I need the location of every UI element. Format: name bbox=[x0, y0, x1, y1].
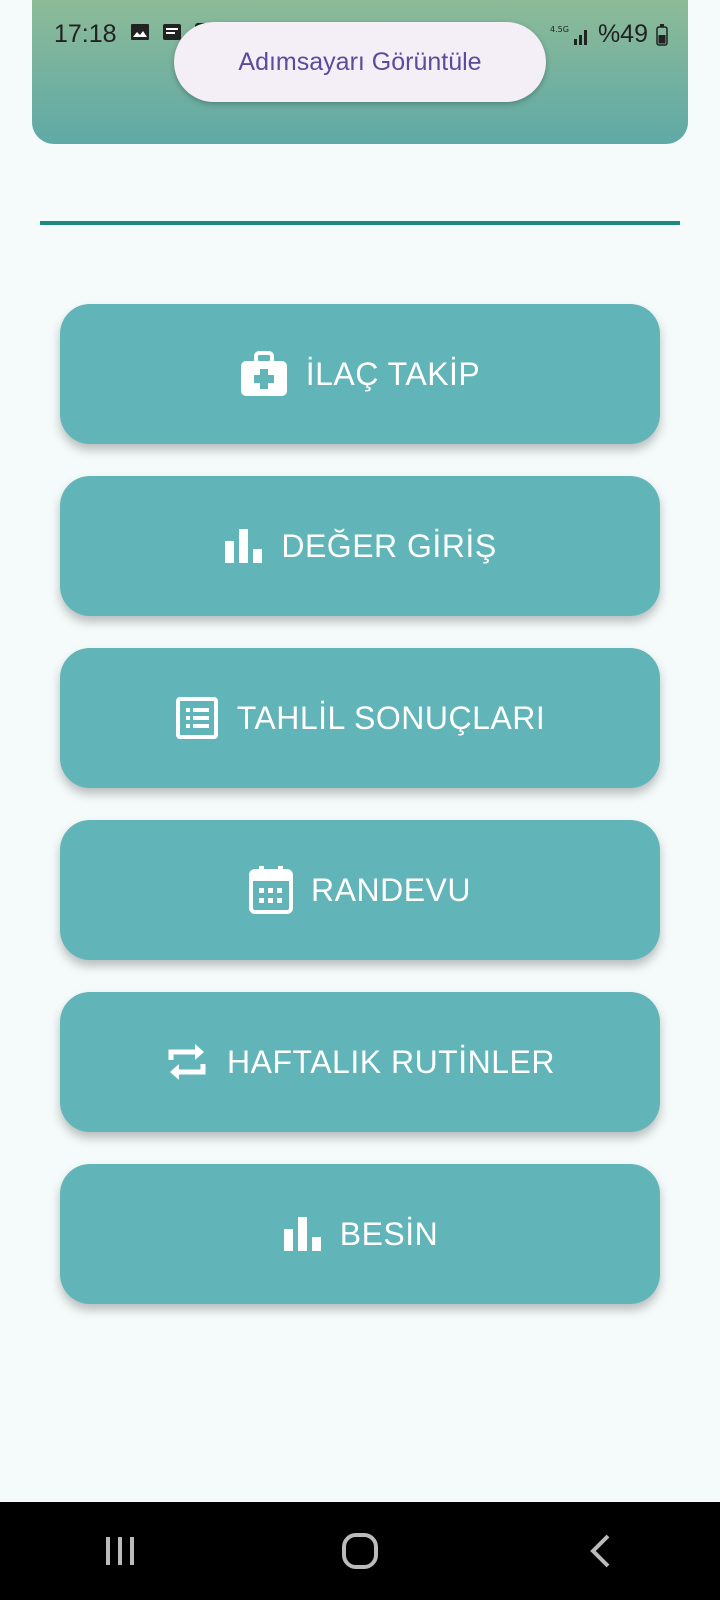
value-entry-button[interactable]: DEĞER GİRİŞ bbox=[60, 476, 660, 616]
appointment-button[interactable]: RANDEVU bbox=[60, 820, 660, 960]
battery-icon bbox=[656, 23, 668, 46]
test-results-label: TAHLİL SONUÇLARI bbox=[236, 699, 546, 736]
weekly-routines-button[interactable]: HAFTALIK RUTİNLER bbox=[60, 992, 660, 1132]
image-icon bbox=[131, 24, 149, 40]
nutrition-button[interactable]: BESİN bbox=[60, 1164, 660, 1304]
weekly-routines-label: HAFTALIK RUTİNLER bbox=[227, 1043, 555, 1080]
divider-line bbox=[40, 221, 680, 225]
test-results-button[interactable]: TAHLİL SONUÇLARI bbox=[60, 648, 660, 788]
medication-tracking-label: İLAÇ TAKİP bbox=[305, 355, 481, 392]
medical-bag-icon bbox=[240, 351, 287, 396]
bar-chart-icon bbox=[225, 529, 263, 563]
system-navigation-bar bbox=[0, 1502, 720, 1600]
recent-apps-button[interactable] bbox=[80, 1521, 160, 1581]
bar-chart-icon bbox=[283, 1217, 321, 1251]
view-pedometer-button[interactable]: Adımsayarı Görüntüle bbox=[174, 22, 546, 102]
medication-tracking-button[interactable]: İLAÇ TAKİP bbox=[60, 304, 660, 444]
appointment-label: RANDEVU bbox=[311, 871, 471, 908]
home-icon bbox=[342, 1533, 378, 1569]
svg-text:4.5G: 4.5G bbox=[550, 25, 569, 34]
value-entry-label: DEĞER GİRİŞ bbox=[281, 527, 497, 564]
back-icon bbox=[590, 1534, 610, 1568]
nutrition-label: BESİN bbox=[339, 1215, 439, 1252]
repeat-icon bbox=[168, 1044, 206, 1080]
signal-icon: 4.5G bbox=[550, 25, 587, 45]
back-button[interactable] bbox=[560, 1521, 640, 1581]
home-button[interactable] bbox=[320, 1521, 400, 1581]
status-time: 17:18 bbox=[54, 20, 117, 48]
list-icon bbox=[175, 697, 218, 739]
calendar-icon bbox=[249, 866, 294, 914]
recent-apps-icon bbox=[106, 1537, 134, 1565]
message-icon bbox=[163, 24, 181, 40]
battery-percent: %49 bbox=[597, 20, 648, 48]
